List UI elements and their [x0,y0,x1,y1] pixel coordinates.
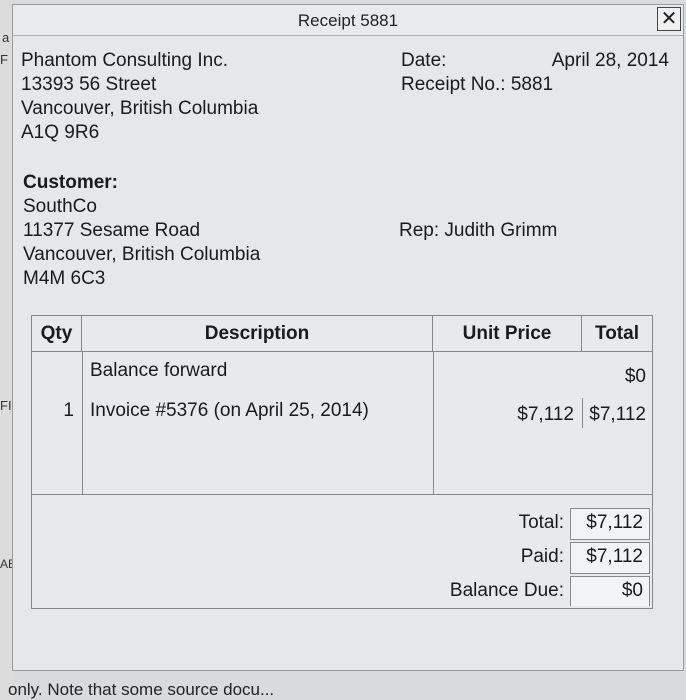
customer-heading: Customer: [23,172,119,193]
date-label: Date: [401,50,447,71]
company-postal: A1Q 9R6 [21,122,100,143]
sales-rep: Rep: Judith Grimm [399,220,558,241]
receipt-info: Date: April 28, 2014 Receipt No.: 5881 [401,49,669,97]
unit-price-header: Unit Price [433,316,582,352]
qty-header: Qty [32,316,82,352]
row-unit-price: $7,112 [517,404,574,425]
table-divider [32,494,652,495]
window-title: Receipt 5881 [297,11,399,30]
total-label: Total: [518,512,564,533]
background-fragment: FI [0,398,12,413]
customer-street: 11377 Sesame Road [23,220,201,241]
receipt-no-value: 5881 [510,74,554,95]
company-city: Vancouver, British Columbia [21,98,259,119]
background-note: only. Note that some source docu... [8,680,275,699]
balance-due-value: $0 [570,576,650,606]
row-description: Balance forward [90,360,228,381]
description-header: Description [82,316,433,352]
close-icon[interactable]: ✕ [657,7,681,31]
background-fragment: a [2,30,10,45]
background-fragment: F [0,52,8,67]
row-description: Invoice #5376 (on April 25, 2014) [90,400,369,421]
row-total: $7,112 [589,404,646,425]
company-address: Phantom Consulting Inc. 13393 56 Street … [21,49,258,145]
customer-postal: M4M 6C3 [23,268,106,289]
paid-label: Paid: [520,546,564,567]
company-street: 13393 56 Street [21,74,157,95]
total-value: $7,112 [570,508,650,540]
customer-city: Vancouver, British Columbia [23,244,261,265]
receipt-window: Receipt 5881 ✕ Phantom Consulting Inc. 1… [12,4,684,671]
balance-due-label: Balance Due: [449,580,564,601]
total-header: Total [582,316,652,352]
customer-address: Customer: SouthCo 11377 Sesame Road Vanc… [23,171,260,291]
customer-name: SouthCo [23,196,97,217]
window-titlebar[interactable]: Receipt 5881 ✕ [13,5,683,36]
paid-value: $7,112 [570,542,650,574]
receipt-no-label: Receipt No.: [401,74,506,95]
company-name: Phantom Consulting Inc. [21,50,229,71]
row-qty: 1 [63,400,74,421]
column-divider [582,398,583,428]
row-total: $0 [624,366,646,387]
date-value: April 28, 2014 [551,50,669,71]
column-divider [82,352,83,494]
line-items-table: Qty Description Unit Price Total Balance… [31,315,653,609]
